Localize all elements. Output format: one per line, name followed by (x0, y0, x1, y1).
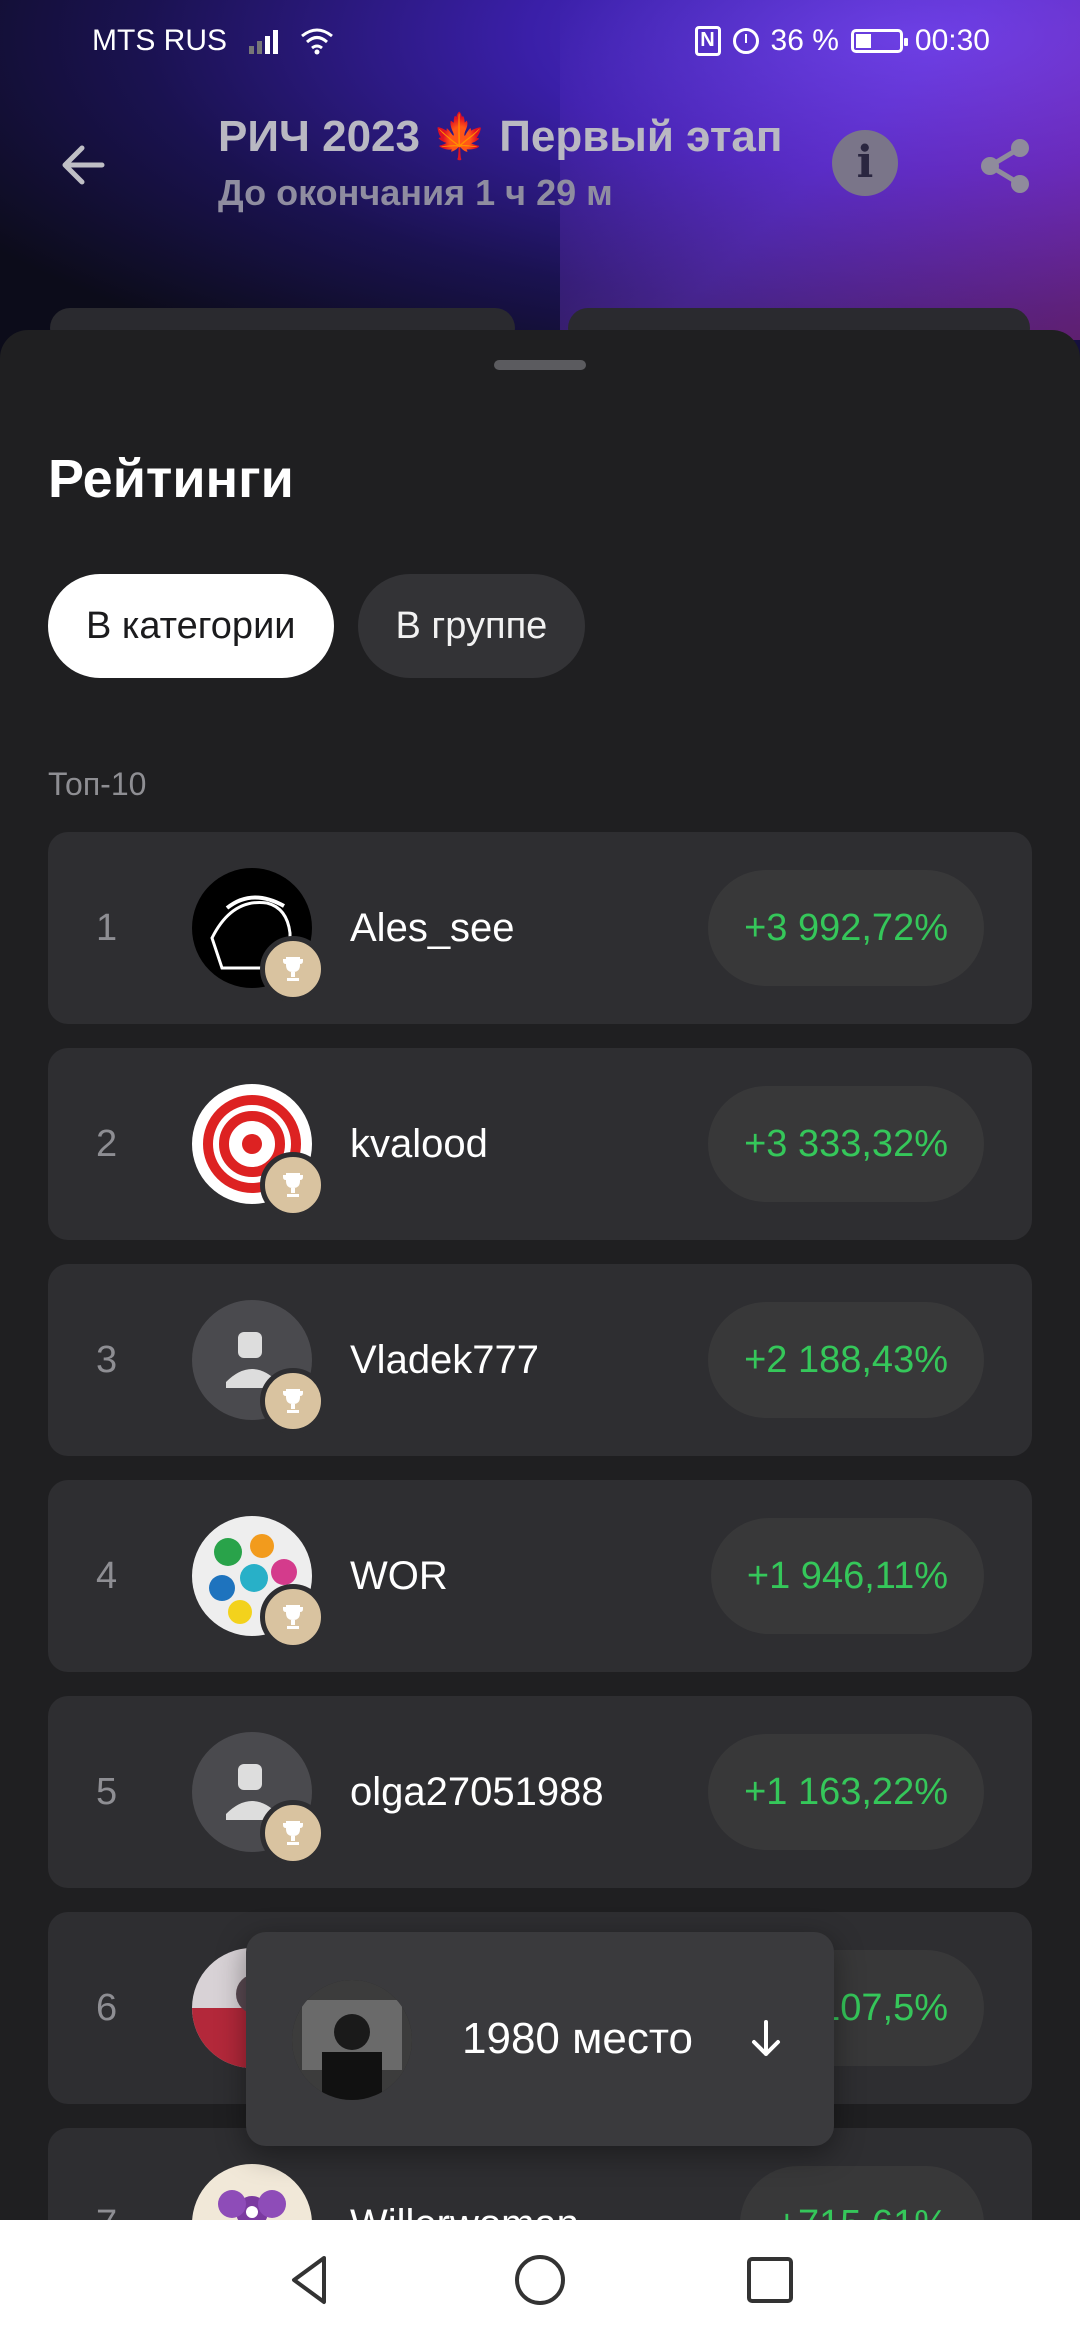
trophy-icon (260, 1584, 326, 1650)
tab-group[interactable]: В группе (357, 574, 586, 678)
my-position-toast[interactable]: 1980 место (246, 1932, 834, 2146)
carrier-label: MTS RUS (92, 24, 227, 57)
avatar (192, 2164, 312, 2220)
rank: 6 (96, 1987, 118, 2029)
table-row[interactable]: 1 Ales_see +3 992,72% (48, 832, 1032, 1024)
rank: 7 (96, 2128, 117, 2220)
clock: 00:30 (914, 24, 990, 57)
rank: 3 (96, 1339, 118, 1381)
rank: 5 (96, 1771, 118, 1813)
user-name: kvalood (350, 1122, 488, 1166)
sheet-title: Рейтинги (48, 449, 294, 509)
table-row[interactable]: 4 WOR +1 946,11% (48, 1480, 1032, 1672)
avatar (292, 1980, 412, 2100)
tab-category[interactable]: В категории (48, 574, 334, 678)
table-row[interactable]: 2 kvalood +3 333,32% (48, 1048, 1032, 1240)
rating-tabs: В категории В группе (48, 574, 586, 678)
trophy-icon (260, 1152, 326, 1218)
arrow-down-icon[interactable] (746, 2016, 786, 2062)
battery-percent: 36 % (770, 24, 839, 57)
trophy-icon (260, 1800, 326, 1866)
trophy-icon (260, 1368, 326, 1434)
table-row[interactable]: 3 Vladek777 +2 188,43% (48, 1264, 1032, 1456)
yield-badge: +1 946,11% (710, 1518, 984, 1634)
page-subtitle: До окончания 1 ч 29 м (218, 172, 613, 213)
back-arrow-icon[interactable] (50, 130, 120, 200)
app-bar: РИЧ 2023 🍁 Первый этап До окончания 1 ч … (0, 110, 1080, 240)
page-title: РИЧ 2023 🍁 Первый этап (218, 112, 783, 161)
table-row[interactable]: 5 olga27051988 +1 163,22% (48, 1696, 1032, 1888)
my-position-label: 1980 место (462, 2014, 693, 2063)
alarm-icon (732, 28, 759, 54)
rank: 1 (96, 907, 118, 949)
title-block: РИЧ 2023 🍁 Первый этап До окончания 1 ч … (218, 110, 788, 214)
rank: 2 (96, 1123, 118, 1165)
status-bar: MTS RUS N 36 % 00:30 (0, 0, 1080, 84)
info-icon[interactable]: i (832, 130, 898, 196)
share-icon[interactable] (974, 134, 1038, 198)
yield-badge: +2 188,43% (708, 1302, 984, 1418)
yield-badge: +3 333,32% (708, 1086, 984, 1202)
user-name: olga27051988 (350, 1770, 604, 1814)
yield-badge: +3 992,72% (708, 870, 984, 986)
user-name: WOR (350, 1554, 448, 1598)
battery-icon (850, 29, 908, 53)
yield-badge: +1 163,22% (708, 1734, 984, 1850)
signal-icon (249, 28, 278, 54)
nav-recents-icon[interactable] (740, 2250, 800, 2310)
nav-back-icon[interactable] (280, 2250, 340, 2310)
yield-badge: +715,61% (739, 2166, 984, 2220)
rank: 4 (96, 1555, 118, 1597)
trophy-icon (260, 936, 326, 1002)
nav-home-icon[interactable] (510, 2250, 570, 2310)
drag-handle[interactable] (494, 360, 586, 370)
user-name: Vladek777 (350, 1338, 540, 1382)
system-nav-bar (0, 2220, 1080, 2340)
section-label: Топ-10 (48, 766, 147, 802)
nfc-icon: N (694, 26, 721, 56)
wifi-icon (301, 28, 333, 55)
user-name: Ales_see (350, 906, 515, 950)
